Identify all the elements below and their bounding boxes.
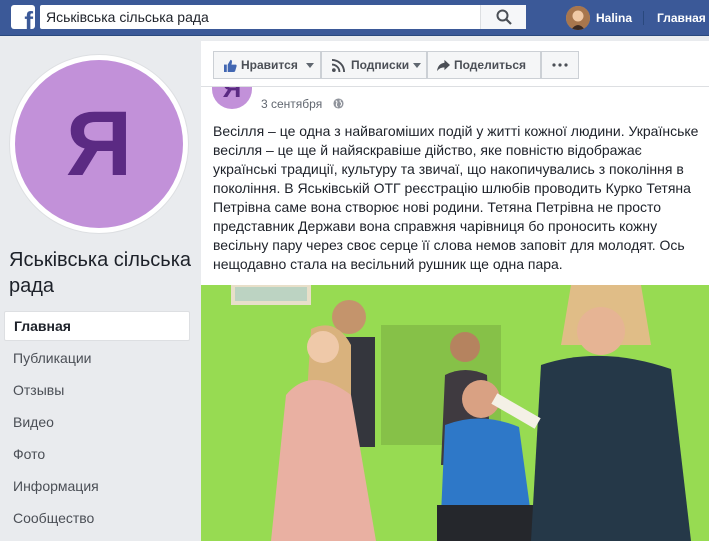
search-input-value: Яськівська сільська рада [46, 9, 209, 25]
share-button-label: Поделиться [454, 58, 527, 72]
divider [643, 11, 644, 25]
more-button[interactable] [541, 51, 579, 79]
share-icon [437, 59, 450, 72]
search-button[interactable] [480, 5, 526, 29]
nav-item-about[interactable]: Информация [4, 471, 190, 503]
user-avatar [566, 6, 590, 30]
page-action-bar: Нравится Подписки Поделиться [201, 41, 709, 87]
page-nav: Главная Публикации Отзывы Видео Фото Инф… [4, 311, 190, 535]
like-button-label: Нравится [241, 58, 298, 72]
page-profile-picture[interactable]: Я [9, 54, 189, 234]
post-text: Весілля – це одна з найвагоміших подій у… [213, 123, 699, 272]
profile-picture-circle: Я [15, 60, 183, 228]
post-card: Я 3 сентября Весілля – це одна з найваго… [201, 87, 709, 541]
nav-item-videos[interactable]: Видео [4, 407, 190, 439]
globe-icon [333, 98, 344, 109]
nav-item-posts[interactable]: Публикации [4, 343, 190, 375]
search-icon [496, 9, 512, 25]
post-photo[interactable] [201, 285, 709, 541]
nav-item-community[interactable]: Сообщество [4, 503, 190, 535]
search-input[interactable]: Яськівська сільська рада [40, 5, 526, 29]
thumbs-up-icon [224, 59, 237, 72]
nav-item-home[interactable]: Главная [4, 311, 190, 341]
page-title[interactable]: Яськівська сільська рада [9, 247, 194, 299]
follow-button-label: Подписки [351, 58, 410, 72]
more-icon [552, 63, 568, 67]
wedding-photo-image [201, 285, 709, 541]
chevron-down-icon [306, 63, 314, 68]
profile-letter: Я [65, 93, 133, 195]
nav-item-reviews[interactable]: Отзывы [4, 375, 190, 407]
top-bar: f Яськівська сільська рада Halina Главна… [0, 0, 709, 36]
follow-button[interactable]: Подписки [321, 51, 427, 79]
user-name: Halina [596, 11, 633, 25]
post-author-avatar[interactable]: Я [212, 87, 252, 109]
like-button[interactable]: Нравится [213, 51, 321, 79]
chevron-down-icon [413, 63, 421, 68]
nav-item-photos[interactable]: Фото [4, 439, 190, 471]
post-timestamp[interactable]: 3 сентября [261, 97, 322, 111]
home-link[interactable]: Главная [657, 11, 706, 25]
share-button[interactable]: Поделиться [427, 51, 541, 79]
rss-icon [332, 59, 345, 72]
facebook-logo-icon[interactable]: f [11, 5, 35, 29]
